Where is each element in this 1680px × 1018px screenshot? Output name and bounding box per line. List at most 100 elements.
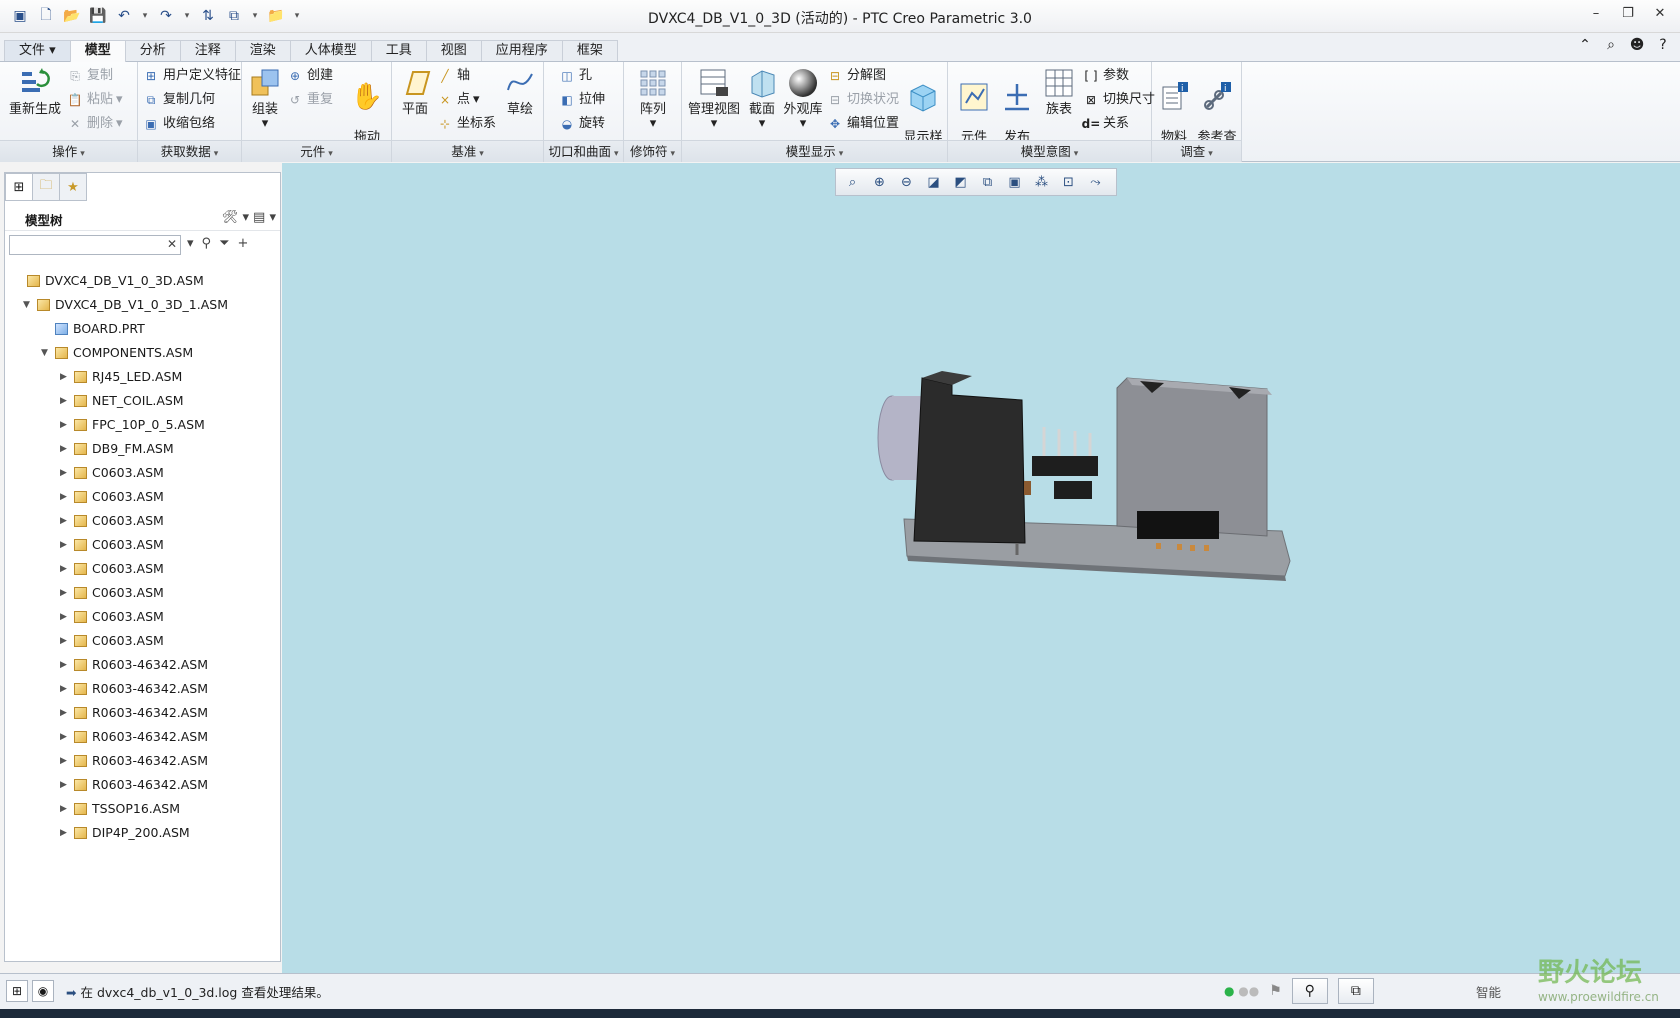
tree-node[interactable]: ▶ C0603.ASM <box>5 533 280 557</box>
undo-icon[interactable]: ↶ <box>114 6 134 26</box>
help-icon[interactable]: ? <box>1654 37 1672 55</box>
edit-position-button[interactable]: ✥ 编辑位置 <box>826 114 899 134</box>
appearance-gallery-button[interactable]: 外观库 ▾ <box>782 66 824 131</box>
close-window-icon[interactable]: 📁 <box>266 6 286 26</box>
expand-arrow-icon[interactable]: ▶ <box>60 389 70 413</box>
assemble-button[interactable]: 组装 ▾ <box>246 66 284 131</box>
tab-model[interactable]: 模型 <box>69 40 126 62</box>
favorites-tab-icon[interactable]: ★ <box>59 173 87 201</box>
tree-node[interactable]: ▼ DVXC4_DB_V1_0_3D_1.ASM <box>5 293 280 317</box>
expand-arrow-icon[interactable]: ▶ <box>60 629 70 653</box>
regenerate-button[interactable]: 重新生成 <box>8 66 62 117</box>
close-icon[interactable]: ✕ <box>1652 6 1668 24</box>
collapse-ribbon-icon[interactable]: ⌃ <box>1576 37 1594 55</box>
filter-icon[interactable]: ⏷ <box>219 236 229 251</box>
open-icon[interactable]: 📂 <box>62 6 82 26</box>
expand-arrow-icon[interactable]: ▶ <box>60 677 70 701</box>
tree-node[interactable]: ▶ R0603-46342.ASM <box>5 725 280 749</box>
tab-applications[interactable]: 应用程序 <box>480 40 563 61</box>
collapse-arrow-icon[interactable]: ▼ <box>41 341 51 365</box>
expand-arrow-icon[interactable]: ▶ <box>60 461 70 485</box>
expand-arrow-icon[interactable]: ▶ <box>60 533 70 557</box>
group-label-datum[interactable]: 基准 ▾ <box>392 140 543 162</box>
tree-settings-icon[interactable]: 🛠 ▾ <box>222 208 249 228</box>
tree-node[interactable]: ▶ NET_COIL.ASM <box>5 389 280 413</box>
flag-icon[interactable]: ⚑ <box>1269 983 1282 999</box>
tab-file[interactable]: 文件 ▾ <box>4 40 71 61</box>
csys-button[interactable]: ⊹ 坐标系 <box>436 114 496 134</box>
smart-filter-dropdown[interactable]: 智能 <box>1476 982 1501 1001</box>
folder-browser-tab-icon[interactable]: 🗀 <box>32 173 60 201</box>
group-label-model-intent[interactable]: 模型意图 ▾ <box>948 140 1151 162</box>
group-label-get-data[interactable]: 获取数据 ▾ <box>138 140 241 162</box>
tree-node[interactable]: ▼ COMPONENTS.ASM <box>5 341 280 365</box>
copy-geometry-button[interactable]: ⧉ 复制几何 <box>142 90 215 110</box>
tree-node[interactable]: ▶ R0603-46342.ASM <box>5 677 280 701</box>
tree-node[interactable]: ▶ C0603.ASM <box>5 461 280 485</box>
save-icon[interactable]: 💾 <box>88 6 108 26</box>
toggle-navigator-icon[interactable]: ⊞ <box>6 980 28 1002</box>
tab-view[interactable]: 视图 <box>425 40 482 61</box>
sketch-button[interactable]: 草绘 <box>500 66 540 117</box>
group-label-component[interactable]: 元件 ▾ <box>242 140 391 162</box>
switch-dimensions-button[interactable]: ⊠ 切换尺寸 <box>1082 90 1155 110</box>
exploded-view-button[interactable]: ⊟ 分解图 <box>826 66 886 86</box>
window-icon[interactable]: ⧉ <box>224 6 244 26</box>
expand-arrow-icon[interactable]: ▶ <box>60 509 70 533</box>
expand-arrow-icon[interactable]: ▶ <box>60 605 70 629</box>
regenerate-icon[interactable]: ⇅ <box>198 6 218 26</box>
tree-node[interactable]: ▶ C0603.ASM <box>5 509 280 533</box>
repeat-button[interactable]: ↺ 重复 <box>286 90 333 110</box>
redo-icon[interactable]: ↷ <box>156 6 176 26</box>
expand-arrow-icon[interactable]: ▶ <box>60 725 70 749</box>
show-options-icon[interactable]: ▤ ▾ <box>253 208 276 228</box>
plane-button[interactable]: 平面 <box>396 66 434 117</box>
tree-node[interactable]: ▶ R0603-46342.ASM <box>5 749 280 773</box>
user-icon[interactable]: ☻ <box>1628 37 1646 55</box>
tab-framework[interactable]: 框架 <box>561 40 618 61</box>
paste-button[interactable]: 📋 粘贴 ▾ <box>66 90 123 110</box>
command-search-icon[interactable]: ⌕ <box>1602 37 1620 55</box>
expand-arrow-icon[interactable]: ▶ <box>60 773 70 797</box>
graphics-window[interactable]: ⌕ ⊕ ⊖ ◪ ◩ ⧉ ▣ ⁂ ⊡ ⤳ <box>282 163 1680 973</box>
group-label-modifiers[interactable]: 修饰符 ▾ <box>624 140 681 162</box>
add-column-icon[interactable]: + <box>237 236 248 251</box>
expand-arrow-icon[interactable]: ▶ <box>60 365 70 389</box>
pattern-button[interactable]: 阵列 ▾ <box>632 66 674 131</box>
tree-node[interactable]: ▶ C0603.ASM <box>5 581 280 605</box>
search-dropdown-icon[interactable]: ▾ <box>187 236 194 251</box>
find-binoculars-icon[interactable]: ⚲ <box>202 236 212 251</box>
expand-arrow-icon[interactable]: ▶ <box>60 485 70 509</box>
tree-node[interactable]: ▶ C0603.ASM <box>5 485 280 509</box>
tree-node[interactable]: ▶ TSSOP16.ASM <box>5 797 280 821</box>
customize-icon[interactable]: ▾ <box>292 6 302 26</box>
axis-button[interactable]: ╱ 轴 <box>436 66 470 86</box>
model-tree-tab-icon[interactable]: ⊞ <box>5 173 33 201</box>
parameters-button[interactable]: [ ] 参数 <box>1082 66 1129 86</box>
clear-search-icon[interactable]: ✕ <box>167 237 177 251</box>
undo-dropdown-icon[interactable]: ▾ <box>140 6 150 26</box>
tab-annotate[interactable]: 注释 <box>179 40 236 61</box>
create-component-button[interactable]: ⊕ 创建 <box>286 66 333 86</box>
minimize-icon[interactable]: – <box>1588 6 1604 24</box>
tree-node[interactable]: ▶ RJ45_LED.ASM <box>5 365 280 389</box>
expand-arrow-icon[interactable]: ▶ <box>60 821 70 845</box>
new-icon[interactable]: 🗋 <box>36 6 56 26</box>
group-label-investigate[interactable]: 调查 ▾ <box>1152 140 1241 162</box>
find-button[interactable]: ⚲ <box>1291 978 1328 1004</box>
restore-icon[interactable]: ❐ <box>1620 6 1636 24</box>
window-dropdown-icon[interactable]: ▾ <box>250 6 260 26</box>
tree-node[interactable]: ▶ R0603-46342.ASM <box>5 653 280 677</box>
group-label-operations[interactable]: 操作 ▾ <box>0 140 137 162</box>
group-label-model-display[interactable]: 模型显示 ▾ <box>682 140 947 162</box>
collapse-arrow-icon[interactable]: ▼ <box>23 293 33 317</box>
expand-arrow-icon[interactable]: ▶ <box>60 557 70 581</box>
expand-arrow-icon[interactable]: ▶ <box>60 701 70 725</box>
copy-button[interactable]: ⎘ 复制 <box>66 66 113 86</box>
tab-manikin[interactable]: 人体模型 <box>289 40 372 61</box>
manage-views-button[interactable]: 管理视图 ▾ <box>686 66 742 131</box>
relations-button[interactable]: d= 关系 <box>1082 114 1129 134</box>
group-label-cut-surface[interactable]: 切口和曲面 ▾ <box>544 140 623 162</box>
tree-node[interactable]: BOARD.PRT <box>5 317 280 341</box>
tab-analysis[interactable]: 分析 <box>124 40 181 61</box>
